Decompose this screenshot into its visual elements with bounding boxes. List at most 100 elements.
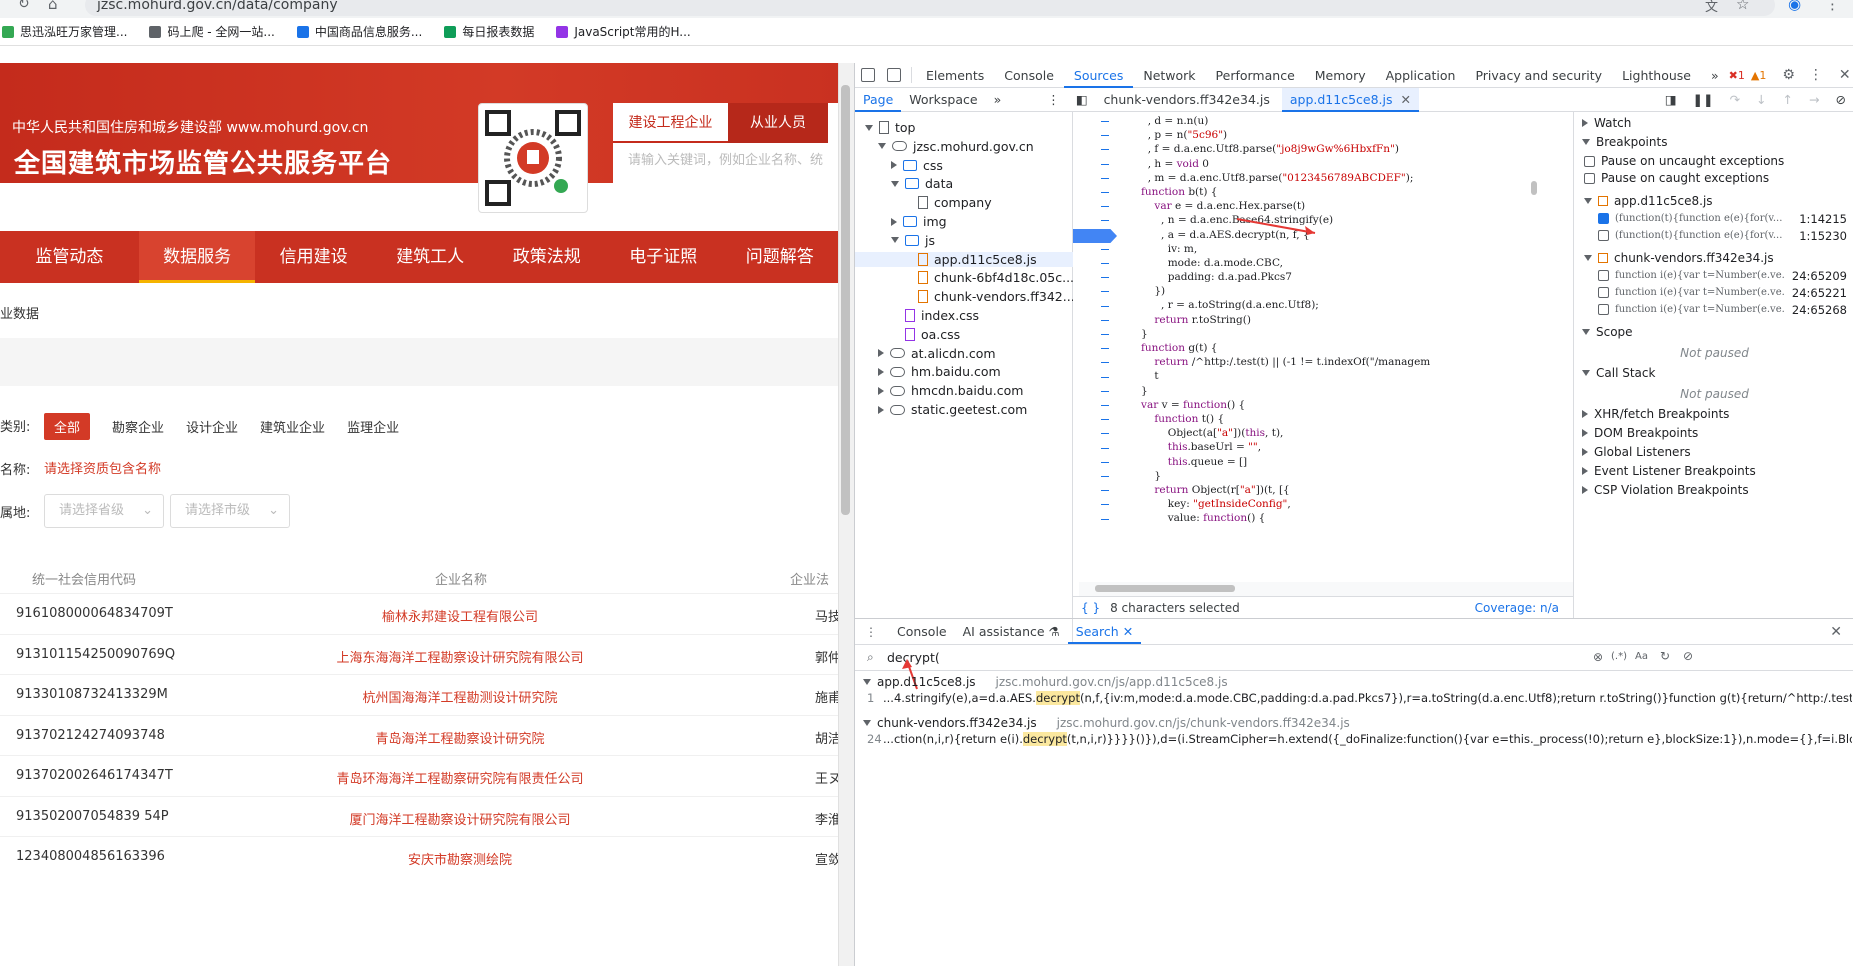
reload-icon[interactable]: ↻	[18, 0, 30, 12]
checkbox[interactable]	[1598, 270, 1609, 281]
line-marker[interactable]	[1101, 291, 1109, 293]
line-marker[interactable]	[1101, 490, 1109, 492]
step-out-icon[interactable]: ↑	[1775, 88, 1801, 112]
line-marker[interactable]	[1101, 362, 1109, 364]
devtools-tab-lighthouse[interactable]: Lighthouse	[1612, 63, 1701, 88]
toggle-navigator-icon[interactable]: ◧	[1068, 88, 1096, 112]
city-select[interactable]: 请选择市级 ⌄	[170, 494, 290, 528]
company-name-link[interactable]: 厦门海洋工程勘察设计研究院有限公司	[300, 809, 620, 828]
expand-down-icon[interactable]	[1582, 139, 1590, 145]
devtools-tab-sources[interactable]: Sources	[1063, 63, 1134, 88]
more-panes-icon[interactable]: »	[986, 88, 1010, 112]
kebab-menu-icon[interactable]: ⋮	[1809, 67, 1823, 83]
clear-results-icon[interactable]: ⊘	[1683, 649, 1693, 663]
profile-icon[interactable]: ◉	[1788, 0, 1801, 13]
tree-node[interactable]: img	[891, 214, 947, 229]
devtools-tab-elements[interactable]: Elements	[916, 63, 994, 88]
line-marker[interactable]	[1101, 348, 1109, 350]
page-scrollbar-thumb[interactable]	[841, 85, 850, 515]
tree-node[interactable]: hmcdn.baidu.com	[878, 383, 1023, 398]
qual-filter-select[interactable]: 请选择资质包含名称	[44, 458, 161, 477]
inspect-element-icon[interactable]	[861, 68, 875, 82]
checked-checkbox[interactable]	[1598, 213, 1609, 224]
expand-down-icon[interactable]	[863, 720, 871, 726]
clear-search-icon[interactable]: ⊗	[1593, 650, 1603, 664]
tab-workspace[interactable]: Workspace	[901, 88, 985, 112]
checkbox[interactable]	[1598, 287, 1609, 298]
expand-down-icon[interactable]	[1584, 198, 1592, 204]
warning-count-badge[interactable]: ▲1	[1751, 69, 1766, 82]
line-marker[interactable]	[1101, 376, 1109, 378]
company-name-link[interactable]: 榆林永邦建设工程有限公司	[300, 606, 620, 625]
breakpoint-item[interactable]: function i(e){var t=Number(e.ve... 24:652…	[1598, 269, 1853, 283]
breakpoint-item[interactable]: (function(t){function e(e){for(v... 1:142…	[1598, 212, 1853, 226]
nav-item-1[interactable]: 数据服务	[138, 231, 256, 283]
province-select[interactable]: 请选择省级 ⌄	[44, 494, 164, 528]
line-marker[interactable]	[1101, 177, 1109, 179]
expand-right-icon[interactable]	[878, 349, 884, 358]
case-sensitive-toggle[interactable]: Aa	[1635, 651, 1648, 662]
home-icon[interactable]: ⌂	[48, 0, 58, 13]
bookmark-item[interactable]: 码上爬 - 全网一站...	[149, 23, 275, 40]
nav-item-2[interactable]: 信用建设	[255, 231, 372, 283]
deactivate-breakpoints-icon[interactable]: ⊘	[1828, 88, 1853, 112]
type-filter-option[interactable]: 建筑业企业	[260, 417, 325, 436]
close-devtools-icon[interactable]: ✕	[1839, 67, 1851, 83]
pause-resume-icon[interactable]: ❚❚	[1685, 88, 1722, 112]
drawer-tab-ai-assistance[interactable]: AI assistance ⚗	[955, 620, 1068, 644]
section-global-listeners[interactable]: Global Listeners	[1582, 445, 1853, 459]
error-count-badge[interactable]: ✖1	[1729, 69, 1745, 82]
devtools-tab-network[interactable]: Network	[1133, 63, 1205, 88]
line-marker[interactable]	[1101, 163, 1109, 165]
line-marker[interactable]	[1101, 305, 1109, 307]
line-marker[interactable]	[1101, 405, 1109, 406]
expand-down-icon[interactable]	[1584, 255, 1592, 261]
translate-icon[interactable]: 文	[1705, 0, 1718, 15]
company-name-link[interactable]: 上海东海海洋工程勘察设计研究院有限公司	[300, 647, 620, 666]
breakpoints-section[interactable]: Breakpoints	[1582, 135, 1853, 149]
close-drawer-icon[interactable]: ✕	[1830, 624, 1842, 640]
line-marker[interactable]	[1101, 277, 1109, 279]
expand-right-icon[interactable]	[1582, 486, 1588, 494]
devtools-tab-console[interactable]: Console	[994, 63, 1064, 88]
company-name-link[interactable]: 青岛海洋工程勘察设计研究院	[300, 728, 620, 747]
breakpoint-item[interactable]: function i(e){var t=Number(e.ve... 24:652…	[1598, 286, 1853, 300]
menu-icon[interactable]: ⋮	[1825, 0, 1840, 13]
expand-right-icon[interactable]	[891, 217, 897, 226]
bookmark-item[interactable]: 中国商品信息服务...	[296, 23, 422, 40]
line-marker[interactable]	[1101, 433, 1109, 435]
open-file-chunk-vendors[interactable]: chunk-vendors.ff342e34.js	[1096, 88, 1278, 112]
pretty-print-icon[interactable]: { }	[1081, 601, 1100, 615]
line-marker[interactable]	[1101, 461, 1109, 463]
expand-right-icon[interactable]	[878, 386, 884, 395]
code-vertical-scrollbar-thumb[interactable]	[1531, 181, 1537, 195]
line-marker[interactable]	[1101, 248, 1109, 250]
open-file-app-js[interactable]: app.d11c5ce8.js ✕	[1281, 87, 1419, 112]
line-marker[interactable]	[1101, 263, 1109, 264]
tab-page[interactable]: Page	[855, 88, 902, 112]
search-result-file[interactable]: chunk-vendors.ff342e34.js jzsc.mohurd.gov…	[863, 716, 1350, 730]
line-marker[interactable]	[1101, 319, 1109, 321]
tree-node[interactable]: company	[904, 195, 992, 210]
type-filter-option[interactable]: 监理企业	[347, 417, 399, 436]
type-filter-option[interactable]: 设计企业	[186, 417, 238, 436]
refresh-search-icon[interactable]: ↻	[1660, 649, 1670, 663]
line-marker[interactable]	[1101, 135, 1109, 137]
more-tabs-icon[interactable]: »	[1701, 63, 1729, 88]
tree-node[interactable]: app.d11c5ce8.js	[855, 251, 1073, 267]
tree-node[interactable]: hm.baidu.com	[878, 364, 1001, 379]
expand-right-icon[interactable]	[878, 367, 884, 376]
address-bar[interactable]: jzsc.mohurd.gov.cn/data/company	[85, 0, 1775, 16]
expand-down-icon[interactable]	[878, 143, 886, 150]
close-file-icon[interactable]: ✕	[1401, 92, 1411, 107]
expand-down-icon[interactable]	[865, 124, 873, 131]
drawer-menu-icon[interactable]: ⋮	[865, 625, 877, 639]
line-marker[interactable]	[1101, 447, 1109, 449]
expand-right-icon[interactable]	[878, 405, 884, 414]
expand-down-icon[interactable]	[863, 679, 871, 685]
drawer-tab-search[interactable]: Search ✕	[1067, 620, 1142, 644]
type-filter-option[interactable]: 全部	[44, 413, 91, 440]
devtools-tab-memory[interactable]: Memory	[1305, 63, 1376, 88]
expand-right-icon[interactable]	[1582, 448, 1588, 456]
breakpoint-item[interactable]: function i(e){var t=Number(e.ve... 24:652…	[1598, 303, 1853, 317]
